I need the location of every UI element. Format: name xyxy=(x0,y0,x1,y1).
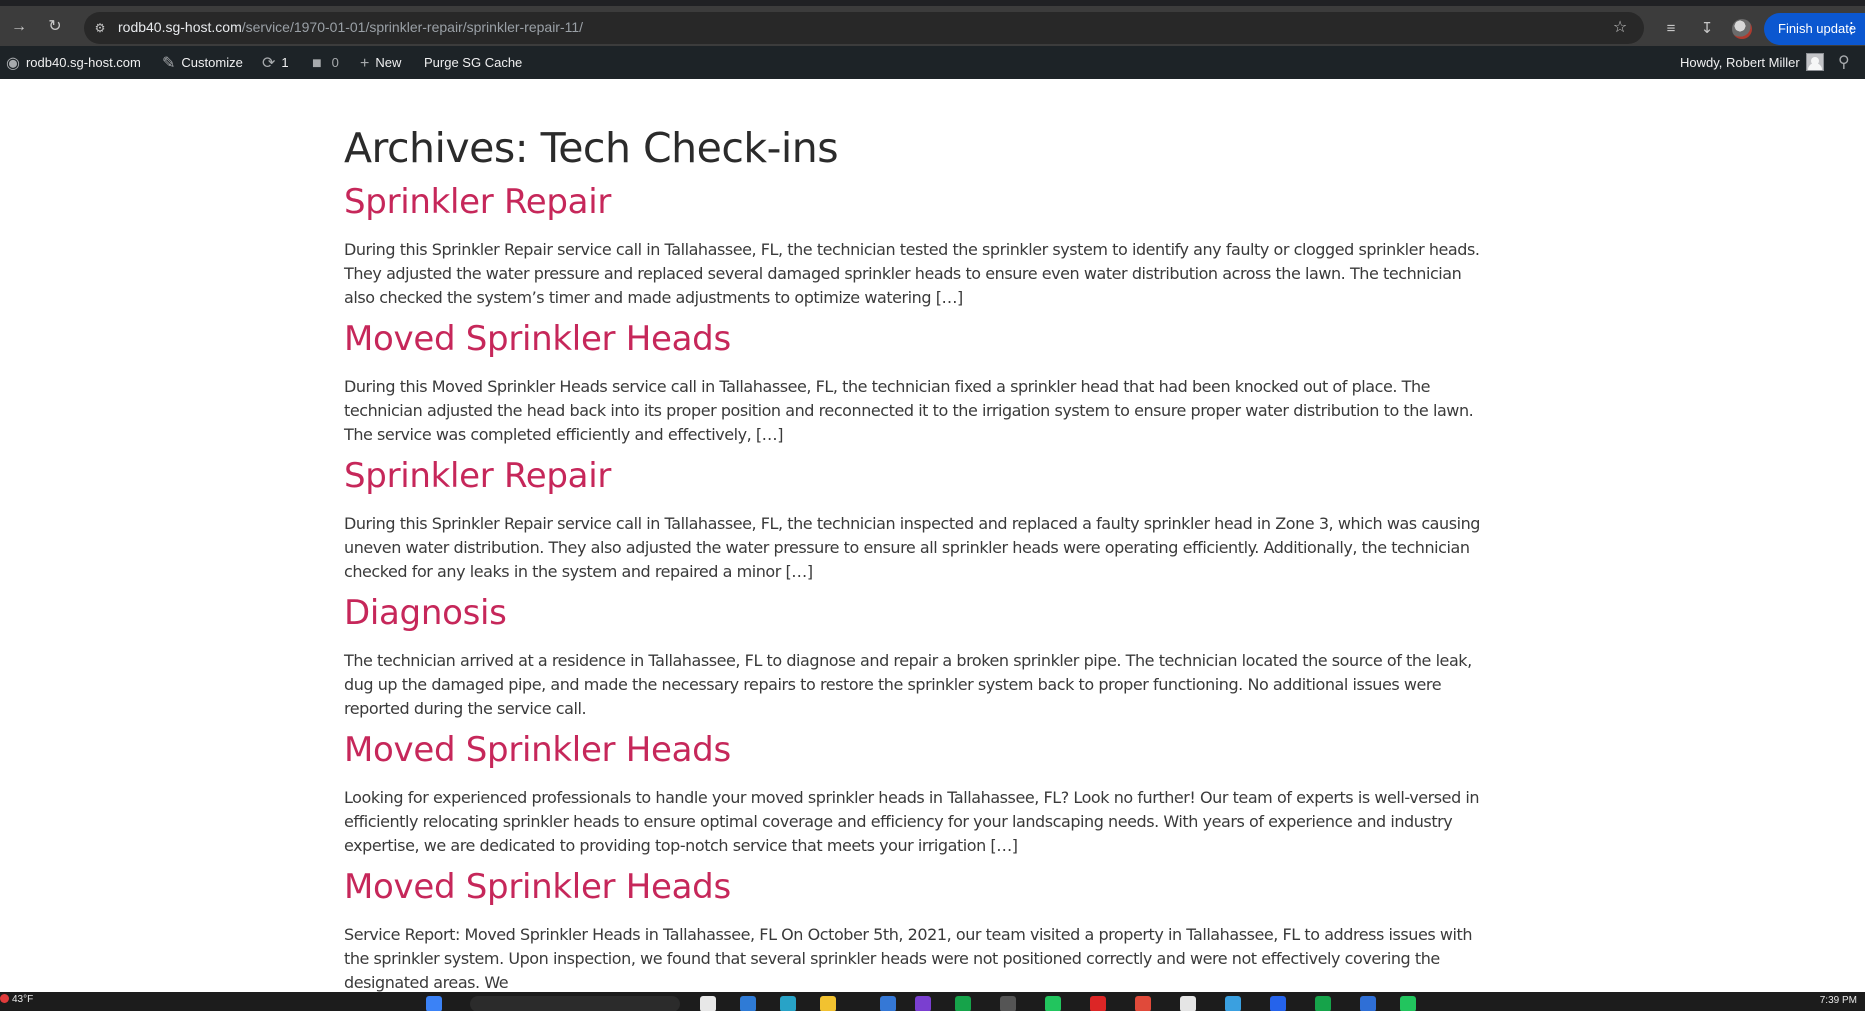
page-title: Archives: Tech Check-ins xyxy=(344,124,839,172)
wp-admin-bar: ◉ rodb40.sg-host.com ✎ Customize ⟳ 1 ■ 0 + Ne… xyxy=(0,46,1865,79)
reload-icon[interactable]: ↻ xyxy=(44,16,66,38)
updates-icon: ⟳ xyxy=(262,55,276,72)
browser-toolbar: → ↻ ⚙ rodb40.sg-host.com/service/1970-01… xyxy=(0,0,1865,46)
admin-bar-site[interactable]: ◉ rodb40.sg-host.com xyxy=(6,46,141,79)
dashboard-icon: ◉ xyxy=(6,55,20,72)
post-title-link[interactable]: Sprinkler Repair xyxy=(344,454,1494,498)
post-entry: Moved Sprinkler Heads During this Moved … xyxy=(344,317,1494,447)
comments-count: 0 xyxy=(331,55,339,70)
app-icon[interactable] xyxy=(1270,996,1286,1011)
bookmark-star-icon[interactable]: ☆ xyxy=(1610,18,1630,38)
post-entry: Diagnosis The technician arrived at a re… xyxy=(344,591,1494,721)
file-explorer-icon[interactable] xyxy=(820,996,836,1011)
excel-icon[interactable] xyxy=(1315,996,1331,1011)
address-bar[interactable]: ⚙ rodb40.sg-host.com/service/1970-01-01/… xyxy=(84,12,1644,44)
admin-bar-comments[interactable]: ■ 0 xyxy=(312,46,339,79)
new-label: New xyxy=(375,55,402,70)
post-entry: Moved Sprinkler Heads Service Report: Mo… xyxy=(344,865,1494,995)
howdy-label: Howdy, Robert Miller xyxy=(1680,55,1800,70)
chrome-icon[interactable] xyxy=(1135,996,1151,1011)
weather-icon xyxy=(0,994,9,1003)
app-icon[interactable] xyxy=(915,996,931,1011)
taskbar-search-box[interactable] xyxy=(470,996,680,1011)
admin-bar-customize[interactable]: ✎ Customize xyxy=(162,46,243,79)
app-icon[interactable] xyxy=(1090,996,1106,1011)
site-info-icon[interactable]: ⚙ xyxy=(92,20,108,36)
post-excerpt: During this Sprinkler Repair service cal… xyxy=(344,240,1480,307)
post-title-link[interactable]: Moved Sprinkler Heads xyxy=(344,317,1494,361)
post-title-link[interactable]: Moved Sprinkler Heads xyxy=(344,865,1494,909)
brush-icon: ✎ xyxy=(162,55,176,72)
admin-bar-new[interactable]: + New xyxy=(360,46,401,79)
url-text[interactable]: rodb40.sg-host.com/service/1970-01-01/sp… xyxy=(118,19,583,35)
post-excerpt: During this Sprinkler Repair service cal… xyxy=(344,514,1480,581)
calendar-icon[interactable] xyxy=(1225,996,1241,1011)
edge-icon[interactable] xyxy=(740,996,756,1011)
kebab-menu-icon[interactable]: ⋮ xyxy=(1844,13,1859,45)
comment-icon: ■ xyxy=(312,55,322,72)
finish-update-button[interactable]: Finish update ⋮ xyxy=(1764,13,1865,45)
updates-count: 1 xyxy=(281,55,289,70)
avatar xyxy=(1805,53,1824,71)
app-icon[interactable] xyxy=(1045,996,1061,1011)
post-title-link[interactable]: Moved Sprinkler Heads xyxy=(344,728,1494,772)
url-host: rodb40.sg-host.com xyxy=(118,19,242,35)
forward-icon[interactable]: → xyxy=(8,16,30,38)
url-path: /service/1970-01-01/sprinkler-repair/spr… xyxy=(241,19,584,35)
reading-list-icon[interactable]: ≡ xyxy=(1660,18,1682,40)
archive-content: Archives: Tech Check-ins Sprinkler Repai… xyxy=(344,79,1494,995)
plus-icon: + xyxy=(360,55,370,72)
post-entry: Sprinkler Repair During this Sprinkler R… xyxy=(344,454,1494,584)
notepad-icon[interactable] xyxy=(1180,996,1196,1011)
task-view-icon[interactable] xyxy=(700,996,716,1011)
post-entry: Moved Sprinkler Heads Looking for experi… xyxy=(344,728,1494,858)
admin-bar-updates[interactable]: ⟳ 1 xyxy=(262,46,289,79)
post-entry: Sprinkler Repair During this Sprinkler R… xyxy=(344,180,1494,310)
post-excerpt: The technician arrived at a residence in… xyxy=(344,651,1472,718)
admin-bar-purge-cache[interactable]: Purge SG Cache xyxy=(424,46,522,79)
xbox-icon[interactable] xyxy=(955,996,971,1011)
weather-temp: 43°F xyxy=(12,994,34,1005)
site-name: rodb40.sg-host.com xyxy=(25,55,141,70)
profile-avatar[interactable] xyxy=(1732,19,1752,39)
purge-label: Purge SG Cache xyxy=(424,55,523,70)
post-title-link[interactable]: Diagnosis xyxy=(344,591,1494,635)
search-icon[interactable]: ⚲ xyxy=(1838,46,1850,79)
os-taskbar: 43°F 7:39 PM xyxy=(0,992,1865,1011)
app-icon[interactable] xyxy=(1000,996,1016,1011)
download-icon[interactable]: ↧ xyxy=(1696,18,1718,40)
start-menu-icon[interactable] xyxy=(426,996,442,1011)
customize-label: Customize xyxy=(181,55,243,70)
vscode-icon[interactable] xyxy=(1360,996,1376,1011)
post-excerpt: Service Report: Moved Sprinkler Heads in… xyxy=(344,925,1473,992)
admin-bar-account[interactable]: Howdy, Robert Miller xyxy=(1680,46,1824,79)
app-icon[interactable] xyxy=(780,996,796,1011)
app-icon[interactable] xyxy=(880,996,896,1011)
post-title-link[interactable]: Sprinkler Repair xyxy=(344,180,1494,224)
post-excerpt: Looking for experienced professionals to… xyxy=(344,788,1480,855)
taskbar-clock[interactable]: 7:39 PM xyxy=(1820,995,1857,1006)
post-excerpt: During this Moved Sprinkler Heads servic… xyxy=(344,377,1474,444)
weather-widget[interactable]: 43°F xyxy=(0,994,33,1005)
app-icon[interactable] xyxy=(1400,996,1416,1011)
